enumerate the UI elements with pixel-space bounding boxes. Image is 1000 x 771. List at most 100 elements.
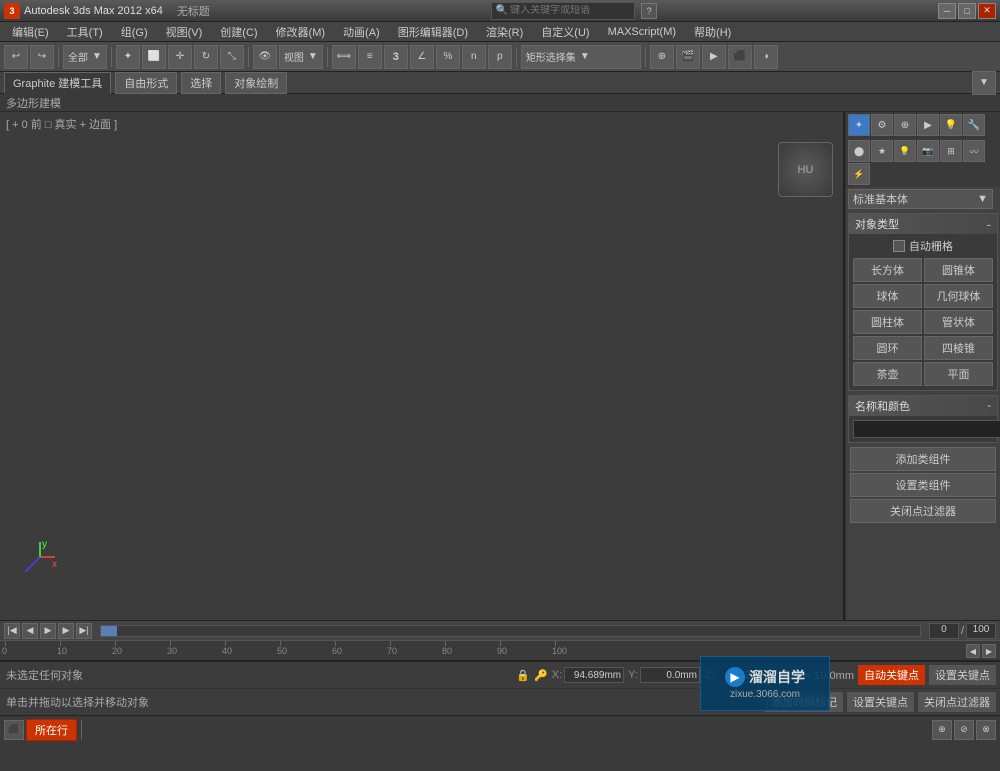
close-filter-btn2[interactable]: 关闭点过滤器 xyxy=(918,692,996,712)
layer-btn[interactable]: ⊕ xyxy=(650,45,674,69)
menu-tools[interactable]: 工具(T) xyxy=(59,22,111,42)
render-setup-btn[interactable]: 🎬 xyxy=(676,45,700,69)
rp-lights-btn[interactable]: 💡 xyxy=(894,140,916,162)
set-key-btn[interactable]: 设置关键点 xyxy=(929,665,996,685)
frame-current[interactable]: 0 xyxy=(929,623,959,639)
rp-tab-modify[interactable]: ⚙ xyxy=(871,114,893,136)
viewcube-widget[interactable]: HU xyxy=(778,142,833,197)
menu-modifiers[interactable]: 修改器(M) xyxy=(268,22,334,42)
rp-spacewarps-btn[interactable]: 〰 xyxy=(963,140,985,162)
minimize-btn[interactable]: ─ xyxy=(938,3,956,19)
auto-key-btn[interactable]: 自动关键点 xyxy=(858,665,925,685)
menu-help[interactable]: 帮助(H) xyxy=(686,22,739,42)
rp-tab-create[interactable]: ✦ xyxy=(848,114,870,136)
bt-right2[interactable]: ⊘ xyxy=(954,720,974,740)
menu-group[interactable]: 组(G) xyxy=(113,22,156,42)
view-dropdown[interactable]: 视图▼ xyxy=(279,45,323,69)
undo-btn[interactable]: ↩ xyxy=(4,45,28,69)
rp-add-class-btn[interactable]: 添加类组件 xyxy=(850,447,996,471)
menu-graph-editor[interactable]: 图形编辑器(D) xyxy=(390,22,476,42)
rotate-btn[interactable]: ↻ xyxy=(194,45,218,69)
selection-dropdown[interactable]: 全部 ▼ xyxy=(63,45,107,69)
rp-cylinder-btn[interactable]: 圆柱体 xyxy=(853,310,922,334)
menu-maxscript[interactable]: MAXScript(M) xyxy=(600,24,684,40)
menu-create[interactable]: 创建(C) xyxy=(212,22,265,42)
ruler-left-btn[interactable]: ◀ xyxy=(966,644,980,658)
scale-btn[interactable]: ⤡ xyxy=(220,45,244,69)
search-bar[interactable]: 🔍 xyxy=(491,2,635,20)
move-btn[interactable]: ✛ xyxy=(168,45,192,69)
rp-systems-btn[interactable]: ⚡ xyxy=(848,163,870,185)
render-frame-btn[interactable]: ⬛ xyxy=(728,45,752,69)
select-btn[interactable]: ✦ xyxy=(116,45,140,69)
rp-name-collapse-btn[interactable]: - xyxy=(987,400,991,412)
timeline-thumb[interactable] xyxy=(101,626,117,636)
rp-object-types-header[interactable]: 对象类型 - xyxy=(849,214,997,234)
graphite-expand-btn[interactable]: ▼ xyxy=(972,71,996,95)
rp-cone-btn[interactable]: 圆锥体 xyxy=(924,258,993,282)
maximize-btn[interactable]: □ xyxy=(958,3,976,19)
rp-helpers-btn[interactable]: ⊞ xyxy=(940,140,962,162)
bt-right1[interactable]: ⊕ xyxy=(932,720,952,740)
menu-animation[interactable]: 动画(A) xyxy=(335,22,388,42)
graphite-tab-freeform[interactable]: 自由形式 xyxy=(115,72,177,94)
region-select-btn[interactable]: ⬜ xyxy=(142,45,166,69)
rp-shapes-btn[interactable]: ★ xyxy=(871,140,893,162)
tl-go-start-btn[interactable]: |◀ xyxy=(4,623,20,639)
rp-geometry-btn[interactable]: ⬤ xyxy=(848,140,870,162)
graphite-tab-object-paint[interactable]: 对象绘制 xyxy=(225,72,287,94)
viewport[interactable]: [ + 0 前 □ 真实 + 边面 ] HU x y xyxy=(0,112,845,620)
rp-tab-utilities[interactable]: 🔧 xyxy=(963,114,985,136)
coord-x-input[interactable] xyxy=(564,667,624,683)
close-btn[interactable]: ✕ xyxy=(978,3,996,19)
rp-type-dropdown[interactable]: 标准基本体 ▼ xyxy=(848,189,993,209)
rp-geosphere-btn[interactable]: 几何球体 xyxy=(924,284,993,308)
mirror-btn[interactable]: ⟺ xyxy=(332,45,356,69)
menu-customize[interactable]: 自定义(U) xyxy=(533,22,597,42)
align-btn[interactable]: ≡ xyxy=(358,45,382,69)
snap-btn[interactable]: 3 xyxy=(384,45,408,69)
rp-tab-display[interactable]: 💡 xyxy=(940,114,962,136)
menu-render[interactable]: 渲染(R) xyxy=(478,22,531,42)
percent-snap-btn[interactable]: % xyxy=(436,45,460,69)
bt-right3[interactable]: ⊗ xyxy=(976,720,996,740)
rp-tab-motion[interactable]: ▶ xyxy=(917,114,939,136)
rp-tube-btn[interactable]: 管状体 xyxy=(924,310,993,334)
snap-percent2-btn[interactable]: p xyxy=(488,45,512,69)
menu-edit[interactable]: 编辑(E) xyxy=(4,22,57,42)
timeline-slider[interactable] xyxy=(100,625,921,637)
rp-cameras-btn[interactable]: 📷 xyxy=(917,140,939,162)
tl-prev-frame-btn[interactable]: ◀ xyxy=(22,623,38,639)
rp-teapot-btn[interactable]: 茶壶 xyxy=(853,362,922,386)
rp-torus-btn[interactable]: 圆环 xyxy=(853,336,922,360)
graphite-tab-selection[interactable]: 选择 xyxy=(181,72,221,94)
rp-name-color-header[interactable]: 名称和颜色 - xyxy=(849,396,997,416)
rp-set-class-btn[interactable]: 设置类组件 xyxy=(850,473,996,497)
rp-close-filter-btn[interactable]: 关闭点过滤器 xyxy=(850,499,996,523)
tl-play-btn[interactable]: ▶ xyxy=(40,623,56,639)
redo-btn[interactable]: ↪ xyxy=(30,45,54,69)
coord-y-input[interactable] xyxy=(640,667,700,683)
search-input[interactable] xyxy=(510,5,630,16)
menu-view[interactable]: 视图(V) xyxy=(158,22,211,42)
rp-auto-grid-checkbox[interactable] xyxy=(893,240,905,252)
rp-plane-btn[interactable]: 平面 xyxy=(924,362,993,386)
tl-next-frame-btn[interactable]: ▶ xyxy=(58,623,74,639)
frame-total[interactable]: 100 xyxy=(966,623,996,639)
named-selection-dropdown[interactable]: 矩形选择集▼ xyxy=(521,45,641,69)
snap-angle-btn[interactable]: ∠ xyxy=(410,45,434,69)
snap2d-btn[interactable]: n xyxy=(462,45,486,69)
bt-expand-btn[interactable]: ⬛ xyxy=(4,720,24,740)
rp-box-btn[interactable]: 长方体 xyxy=(853,258,922,282)
view-btn[interactable]: 👁 xyxy=(253,45,277,69)
set-key-points-btn[interactable]: 设置关键点 xyxy=(847,692,914,712)
activeshade-btn[interactable]: ◑ xyxy=(754,45,778,69)
ruler-right-btn[interactable]: ▶ xyxy=(982,644,996,658)
tl-go-end-btn[interactable]: ▶| xyxy=(76,623,92,639)
rp-name-input[interactable] xyxy=(853,420,1000,438)
bt-all-rows-btn[interactable]: 所在行 xyxy=(26,719,77,741)
help-btn[interactable]: ? xyxy=(641,3,657,19)
rp-tab-hierarchy[interactable]: ⊕ xyxy=(894,114,916,136)
rp-collapse-btn[interactable]: - xyxy=(986,216,991,232)
graphite-tab-modeling[interactable]: Graphite 建模工具 xyxy=(4,72,111,94)
